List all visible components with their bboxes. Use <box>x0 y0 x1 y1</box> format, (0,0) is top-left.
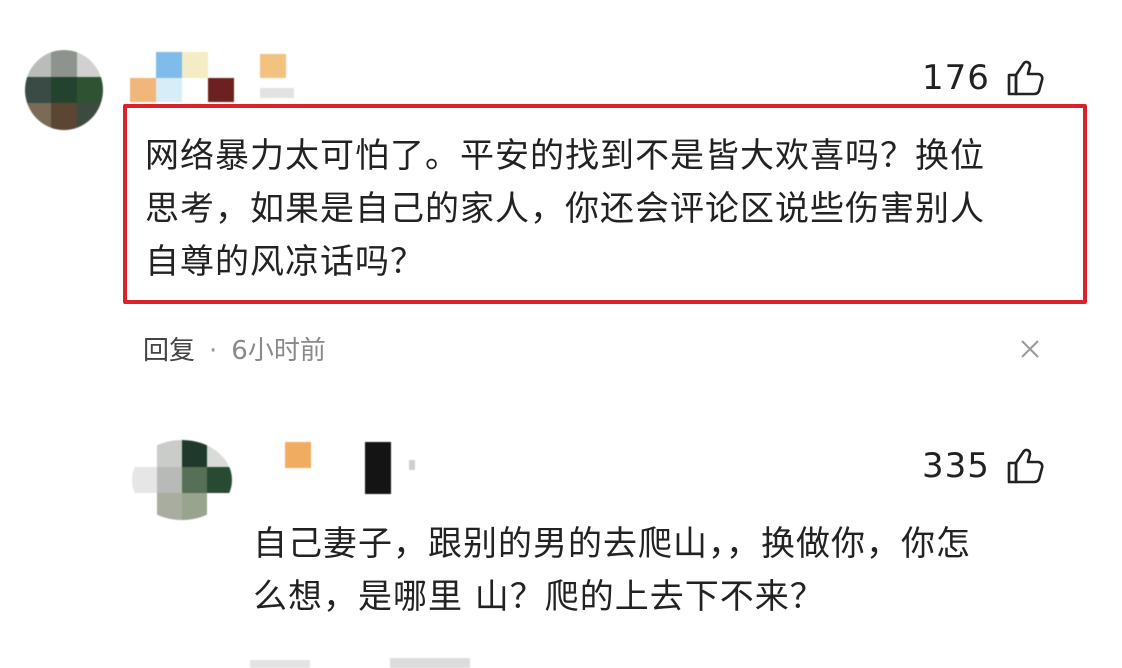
close-icon[interactable] <box>1020 339 1040 359</box>
avatar[interactable] <box>132 440 232 520</box>
timestamp: 6小时前 <box>231 336 326 366</box>
username[interactable] <box>285 442 425 494</box>
comment-text-line: 自尊的风凉话吗？ <box>145 242 425 282</box>
comment-text-line: 么想，是哪里 山？爬的上去下不来？ <box>253 577 825 617</box>
next-comment-preview <box>250 656 490 668</box>
avatar[interactable] <box>25 50 103 130</box>
thumbs-up-icon[interactable] <box>1005 446 1045 486</box>
separator-dot: · <box>209 336 218 366</box>
reply-button[interactable]: 回复 <box>143 336 195 366</box>
username[interactable] <box>130 52 295 102</box>
comment-text: 网络暴力太可怕了。平安的找到不是皆大欢喜吗？换位 思考，如果是自己的家人，你还会… <box>145 130 1075 289</box>
like-count: 335 <box>922 446 990 486</box>
comment-text: 自己妻子，跟别的男的去爬山，，换做你，你怎 么想，是哪里 山？爬的上去下不来？ <box>253 518 1093 624</box>
comment-text-line: 网络暴力太可怕了。平安的找到不是皆大欢喜吗？换位 <box>145 136 985 176</box>
comment-text-line: 思考，如果是自己的家人，你还会评论区说些伤害别人 <box>145 189 985 229</box>
comment-text-line: 自己妻子，跟别的男的去爬山，，换做你，你怎 <box>253 524 971 564</box>
thumbs-up-icon[interactable] <box>1005 58 1045 98</box>
like-count: 176 <box>922 58 990 98</box>
